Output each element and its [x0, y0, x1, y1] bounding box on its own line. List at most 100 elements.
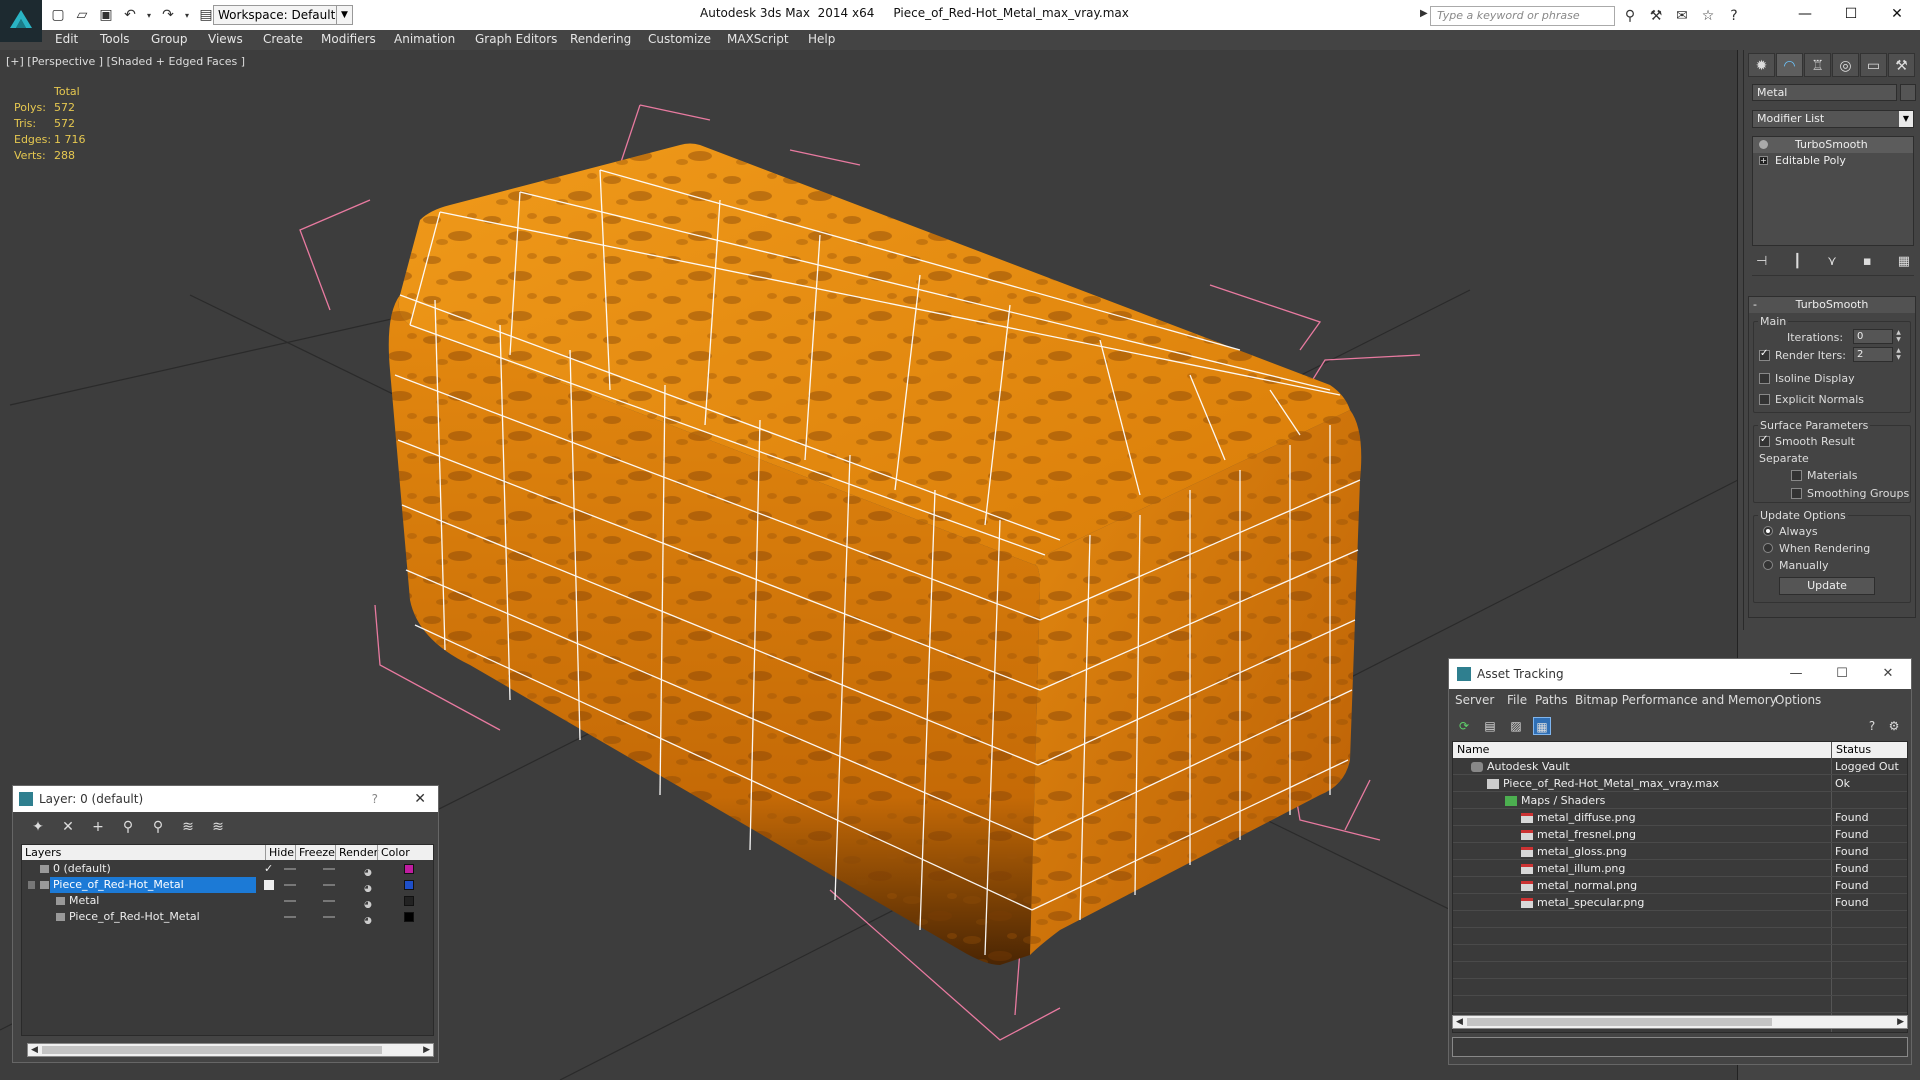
col-status[interactable]: Status [1831, 742, 1871, 758]
close-icon[interactable]: ✕ [1874, 0, 1920, 28]
list-view-icon[interactable]: ▤ [1481, 717, 1499, 735]
table-view-icon[interactable]: ▦ [1533, 717, 1551, 735]
when-rendering-row[interactable]: When Rendering [1763, 542, 1870, 555]
smooth-result-row[interactable]: Smooth Result [1759, 434, 1855, 448]
refresh-icon[interactable]: ⟳ [1455, 717, 1473, 735]
hide-toggle[interactable] [284, 916, 296, 918]
asset-horizontal-scrollbar[interactable]: ◀ ▶ [1452, 1015, 1908, 1029]
layer-window-titlebar[interactable]: Layer: 0 (default) ? ✕ [13, 786, 438, 812]
close-icon[interactable]: ✕ [414, 786, 426, 812]
asset-menu-file[interactable]: File [1507, 693, 1527, 707]
update-button[interactable]: Update [1779, 577, 1875, 595]
close-icon[interactable]: ✕ [1865, 659, 1911, 689]
object-name[interactable]: Metal [66, 893, 102, 909]
isoline-checkbox[interactable] [1759, 373, 1770, 384]
redo-icon[interactable]: ↷ [158, 5, 178, 25]
asset-row[interactable]: metal_diffuse.png Found [1453, 809, 1907, 826]
isoline-row[interactable]: Isoline Display [1759, 372, 1855, 385]
menu-animation[interactable]: Animation [394, 32, 455, 46]
asset-menu-server[interactable]: Server [1455, 693, 1494, 707]
object-color-swatch[interactable] [404, 896, 414, 906]
undo-icon[interactable]: ↶ [120, 5, 140, 25]
col-freeze[interactable]: Freeze [295, 845, 335, 860]
new-file-icon[interactable]: ▢ [48, 5, 68, 25]
object-name[interactable]: Piece_of_Red-Hot_Metal [66, 909, 203, 925]
layer-row[interactable]: 0 (default) ✓ ◕ [22, 861, 433, 878]
freeze-toggle[interactable] [323, 916, 335, 918]
utilities-tab-icon[interactable]: ⚒ [1888, 53, 1915, 77]
spinner-arrows-icon[interactable]: ▲ ▼ [1894, 347, 1903, 362]
hide-toggle[interactable] [284, 900, 296, 902]
current-layer-check-icon[interactable]: ✓ [264, 861, 273, 877]
stack-item-turbosmooth[interactable]: TurboSmooth [1753, 137, 1913, 153]
open-file-icon[interactable]: ▱ [72, 5, 92, 25]
scroll-right-icon[interactable]: ▶ [1897, 1016, 1904, 1028]
asset-row[interactable]: metal_fresnel.png Found [1453, 826, 1907, 843]
scrollbar-thumb[interactable] [42, 1046, 382, 1054]
thumbnail-view-icon[interactable]: ▨ [1507, 717, 1525, 735]
layer-horizontal-scrollbar[interactable]: ◀ ▶ [27, 1043, 434, 1057]
explicit-normals-checkbox[interactable] [1759, 394, 1770, 405]
active-layer-box-icon[interactable] [264, 880, 274, 890]
smooth-result-checkbox[interactable] [1759, 434, 1770, 447]
spinner-arrows-icon[interactable]: ▲ ▼ [1894, 329, 1903, 344]
help-button[interactable]: ? [372, 786, 378, 812]
hide-all-icon[interactable]: ≋ [179, 818, 197, 836]
manually-row[interactable]: Manually [1763, 559, 1829, 572]
red-hot-metal-mesh[interactable] [388, 143, 1362, 966]
favorites-star-icon[interactable]: ☆ [1698, 6, 1718, 26]
render-iters-checkbox[interactable] [1759, 348, 1770, 361]
select-objects-icon[interactable]: ⚲ [119, 818, 137, 836]
app-logo-button[interactable] [0, 0, 42, 42]
highlight-layer-icon[interactable]: ⚲ [149, 818, 167, 836]
expand-plus-icon[interactable]: + [1759, 156, 1768, 165]
asset-window-titlebar[interactable]: Asset Tracking — ☐ ✕ [1449, 659, 1911, 689]
context-help-icon[interactable]: ⚙ [1885, 717, 1903, 735]
scroll-left-icon[interactable]: ◀ [1456, 1016, 1463, 1028]
col-color[interactable]: Color [377, 845, 417, 860]
layer-color-swatch[interactable] [404, 864, 414, 874]
asset-row[interactable]: metal_specular.png Found [1453, 894, 1907, 911]
minimize-icon[interactable]: — [1782, 0, 1828, 28]
smoothing-groups-checkbox[interactable] [1791, 488, 1802, 499]
menu-tools[interactable]: Tools [100, 32, 130, 46]
menu-views[interactable]: Views [208, 32, 243, 46]
menu-customize[interactable]: Customize [648, 32, 711, 46]
layer-name[interactable]: Piece_of_Red-Hot_Metal [50, 877, 256, 893]
freeze-toggle[interactable] [323, 868, 335, 870]
smoothing-groups-row[interactable]: Smoothing Groups [1791, 487, 1909, 500]
viewport-label[interactable]: [+] [Perspective ] [Shaded + Edged Faces… [6, 55, 245, 68]
menu-create[interactable]: Create [263, 32, 303, 46]
communication-icon[interactable]: ✉ [1672, 6, 1692, 26]
object-name-field[interactable]: Metal [1752, 84, 1897, 101]
menu-edit[interactable]: Edit [55, 32, 78, 46]
object-color-swatch[interactable] [404, 912, 414, 922]
layer-color-swatch[interactable] [404, 880, 414, 890]
save-icon[interactable]: ▣ [96, 5, 116, 25]
collapse-icon[interactable] [28, 881, 35, 889]
layer-row[interactable]: Piece_of_Red-Hot_Metal ◕ [22, 877, 433, 894]
lightbulb-icon[interactable] [1759, 140, 1768, 149]
asset-row[interactable]: Autodesk Vault Logged Out [1453, 758, 1907, 775]
help-icon[interactable]: ? [1863, 717, 1881, 735]
show-end-result-icon[interactable]: ┃ [1793, 254, 1801, 275]
col-layers[interactable]: Layers [22, 845, 61, 860]
materials-checkbox[interactable] [1791, 470, 1802, 481]
col-render[interactable]: Render [335, 845, 378, 860]
delete-layer-icon[interactable]: ✕ [59, 818, 77, 836]
maximize-icon[interactable]: ☐ [1828, 0, 1874, 28]
scroll-right-icon[interactable]: ▶ [423, 1044, 430, 1056]
asset-row[interactable]: Maps / Shaders [1453, 792, 1907, 809]
manually-radio[interactable] [1763, 560, 1773, 570]
object-color-swatch[interactable] [1900, 84, 1916, 101]
menu-group[interactable]: Group [151, 32, 188, 46]
modify-tab-icon[interactable]: ◠ [1776, 53, 1803, 77]
asset-menu-options[interactable]: Options [1775, 693, 1821, 707]
render-iters-spinner[interactable]: 2 [1853, 347, 1893, 362]
freeze-toggle[interactable] [323, 884, 335, 886]
pin-stack-icon[interactable]: ⊣ [1756, 254, 1767, 275]
workspace-dropdown[interactable]: Workspace: Default ▼ [213, 5, 353, 25]
make-unique-icon[interactable]: ⋎ [1827, 254, 1837, 275]
freeze-toggle[interactable] [323, 900, 335, 902]
asset-row[interactable]: metal_normal.png Found [1453, 877, 1907, 894]
